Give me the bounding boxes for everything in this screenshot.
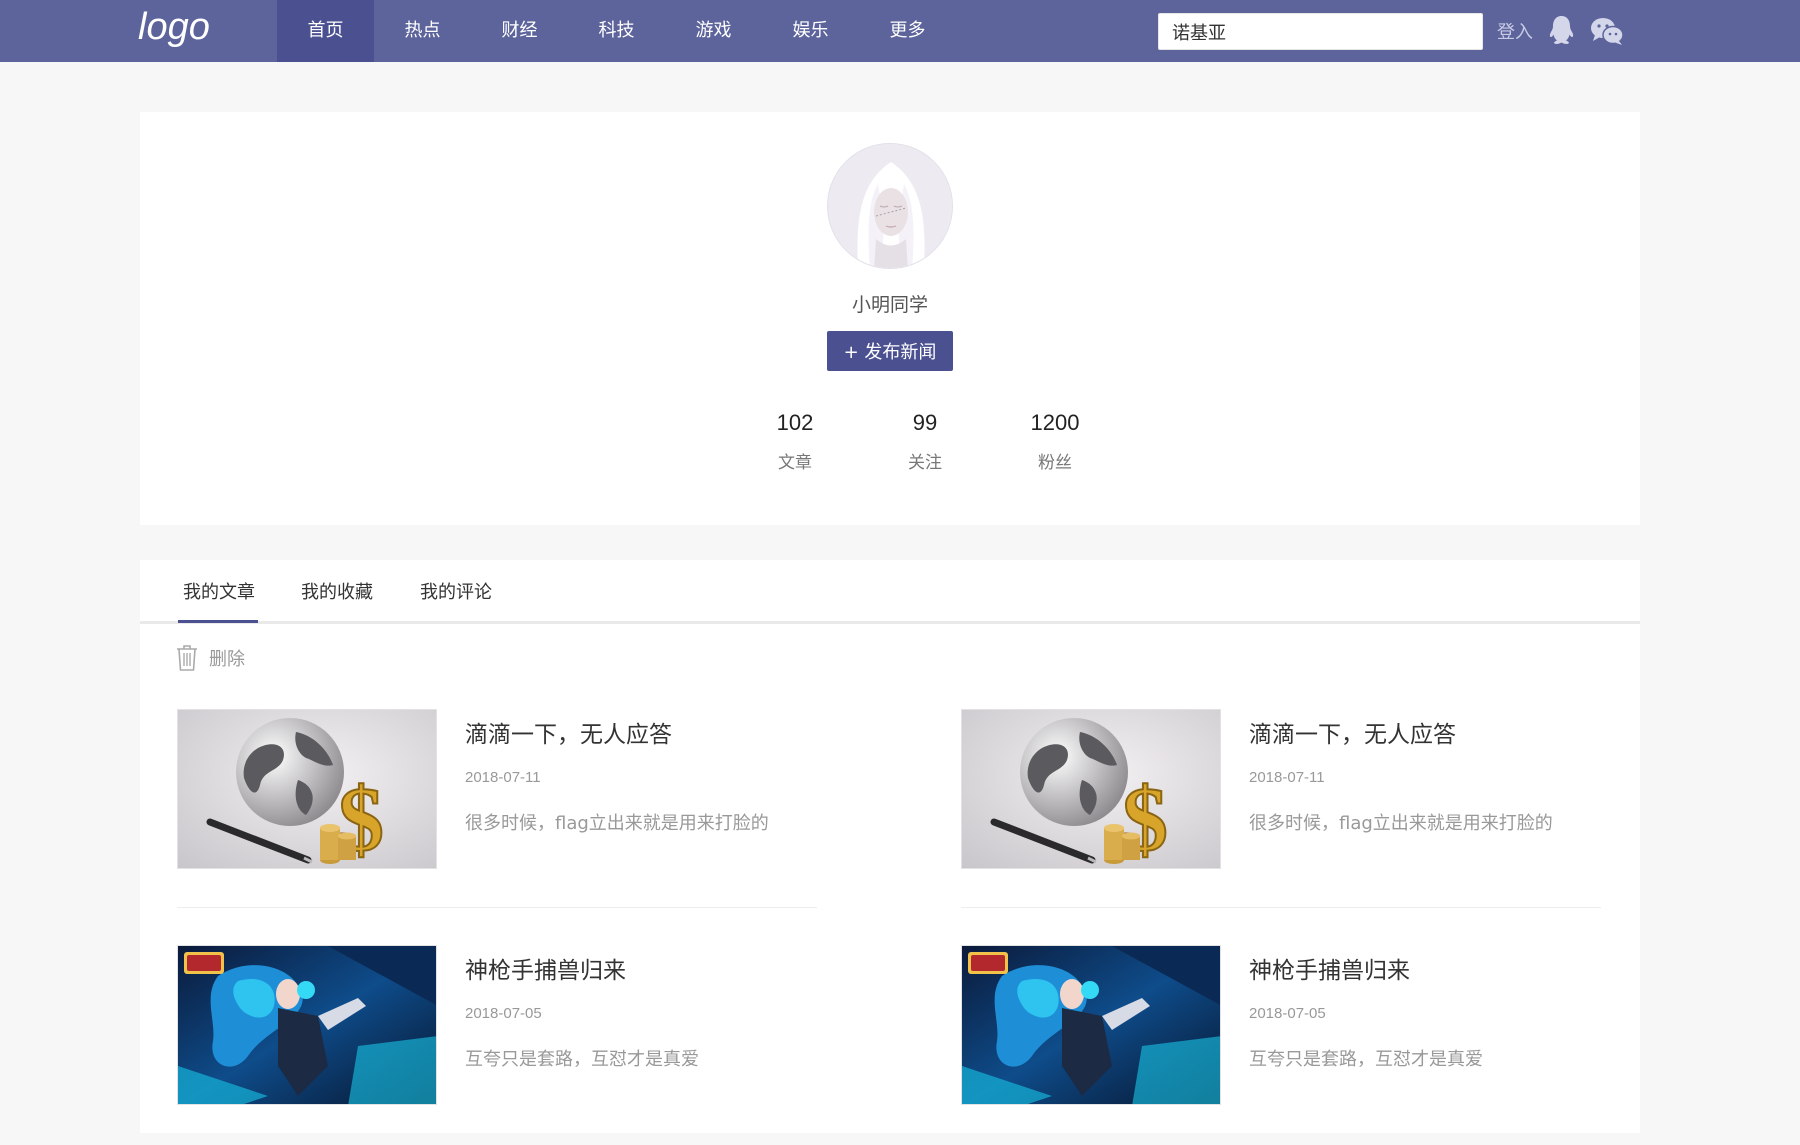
article-title[interactable]: 神枪手捕兽归来	[1249, 951, 1410, 985]
article-title[interactable]: 滴滴一下，无人应答	[1249, 715, 1456, 749]
stat-value: 99	[912, 410, 938, 435]
qq-icon[interactable]	[1548, 15, 1575, 45]
delete-label: 删除	[209, 649, 245, 670]
nav-item-more[interactable]: 更多	[859, 0, 956, 62]
article-thumbnail[interactable]	[177, 945, 437, 1105]
article-divider	[961, 907, 1601, 908]
delete-button[interactable]: 删除	[175, 644, 245, 672]
avatar[interactable]	[827, 143, 953, 269]
article-title[interactable]: 神枪手捕兽归来	[465, 951, 626, 985]
content-card: 我的文章 我的收藏 我的评论 删除 $ 滴滴一下，无人应答 2018-07-11…	[140, 560, 1640, 1133]
article-thumbnail[interactable]: $	[961, 709, 1221, 869]
article-item[interactable]: 神枪手捕兽归来 2018-07-05 互夸只是套路，互怼才是真爱	[961, 945, 1601, 1145]
stat-value: 102	[776, 410, 814, 435]
nav-item-games[interactable]: 游戏	[665, 0, 762, 62]
profile-card: 小明同学 + 发布新闻 102 文章 99 关注 1200 粉丝	[140, 112, 1640, 525]
main-nav: 首页 热点 财经 科技 游戏 娱乐 更多	[277, 0, 956, 62]
search-input[interactable]	[1158, 13, 1483, 50]
stat-articles[interactable]: 102 文章	[730, 410, 860, 473]
content-tabs: 我的文章 我的收藏 我的评论	[140, 560, 1640, 624]
article-date: 2018-07-05	[1249, 1005, 1326, 1022]
publish-news-button[interactable]: + 发布新闻	[827, 331, 953, 371]
tab-my-favorites[interactable]: 我的收藏	[301, 578, 373, 604]
nav-item-home[interactable]: 首页	[277, 0, 374, 62]
article-desc: 很多时候，flag立出来就是用来打脸的	[1249, 813, 1553, 834]
article-desc: 互夸只是套路，互怼才是真爱	[1249, 1049, 1483, 1070]
article-desc: 很多时候，flag立出来就是用来打脸的	[465, 813, 769, 834]
article-item[interactable]: $ 滴滴一下，无人应答 2018-07-11 很多时候，flag立出来就是用来打…	[177, 709, 817, 909]
wechat-icon[interactable]	[1590, 16, 1624, 46]
nav-item-tech[interactable]: 科技	[568, 0, 665, 62]
stat-label: 关注	[908, 453, 942, 473]
article-thumbnail[interactable]	[961, 945, 1221, 1105]
stat-following[interactable]: 99 关注	[860, 410, 990, 473]
article-divider	[177, 907, 817, 908]
active-tab-indicator	[178, 620, 258, 623]
nav-item-hot[interactable]: 热点	[374, 0, 471, 62]
article-item[interactable]: 神枪手捕兽归来 2018-07-05 互夸只是套路，互怼才是真爱	[177, 945, 817, 1145]
article-date: 2018-07-11	[1249, 769, 1325, 786]
article-date: 2018-07-11	[465, 769, 541, 786]
site-logo[interactable]: logo	[138, 6, 210, 49]
article-title[interactable]: 滴滴一下，无人应答	[465, 715, 672, 749]
nav-item-finance[interactable]: 财经	[471, 0, 568, 62]
stat-label: 粉丝	[1038, 453, 1072, 473]
article-date: 2018-07-05	[465, 1005, 542, 1022]
article-item[interactable]: $ 滴滴一下，无人应答 2018-07-11 很多时候，flag立出来就是用来打…	[961, 709, 1601, 909]
trash-icon	[177, 645, 197, 671]
stat-label: 文章	[778, 453, 812, 473]
article-desc: 互夸只是套路，互怼才是真爱	[465, 1049, 699, 1070]
article-thumbnail[interactable]: $	[177, 709, 437, 869]
stat-followers[interactable]: 1200 粉丝	[990, 410, 1120, 473]
username: 小明同学	[851, 294, 928, 316]
nav-item-entertainment[interactable]: 娱乐	[762, 0, 859, 62]
top-navbar: logo 首页 热点 财经 科技 游戏 娱乐 更多 登入	[0, 0, 1800, 62]
tab-my-articles[interactable]: 我的文章	[183, 578, 255, 604]
profile-stats: 102 文章 99 关注 1200 粉丝	[730, 410, 1120, 473]
login-link[interactable]: 登入	[1497, 18, 1533, 44]
stat-value: 1200	[1030, 410, 1080, 435]
tab-my-comments[interactable]: 我的评论	[420, 578, 492, 604]
